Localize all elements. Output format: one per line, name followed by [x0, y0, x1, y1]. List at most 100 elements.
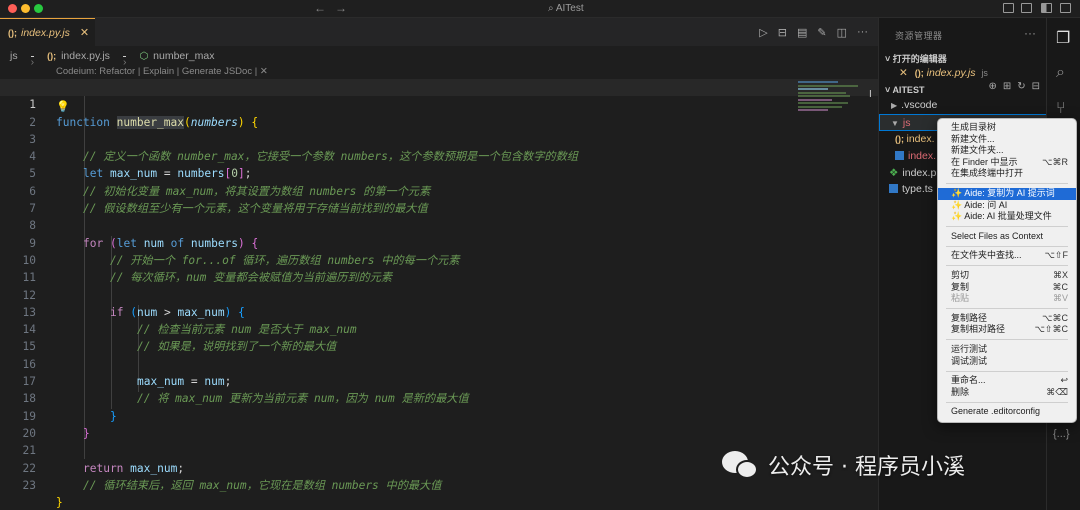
chevron-right-icon: › [122, 55, 127, 68]
more-actions-icon[interactable]: ··· [857, 26, 868, 39]
preview-icon[interactable]: ⊟ [778, 26, 787, 39]
menu-label: 新建文件夹... [951, 145, 1004, 156]
code-line[interactable]: 14 // 如果是，说明找到了一个新的最大值 [0, 304, 878, 353]
zoom-window-button[interactable] [34, 4, 43, 13]
editor-actions: ▷ ⊟ ▤ ✎ ◫ ··· [759, 26, 868, 39]
toggle-panel-icon[interactable] [1021, 3, 1032, 13]
layout-icon[interactable] [1003, 3, 1014, 13]
code-line[interactable]: 10 // 每次循环，num 变量都会被赋值为当前遍历到的元素 [0, 235, 878, 284]
new-file-icon[interactable]: ⊕ [988, 81, 996, 92]
title-bar: ← → ⌕ AITest [0, 0, 1080, 18]
menu-divider [946, 226, 1068, 228]
menu-item-open-terminal[interactable]: 在集成终端中打开 [938, 168, 1076, 180]
forward-arrow-icon[interactable]: → [335, 1, 347, 15]
code-line[interactable]: 2 💡 // 定义一个函数 number_max，它接受一个参数 numbers… [0, 96, 878, 163]
toggle-sidebar-icon[interactable] [1041, 3, 1052, 13]
window-title[interactable]: ⌕ AITest [548, 3, 584, 14]
codeium-codelens[interactable]: Codeium: Refactor | Explain | Generate J… [56, 66, 268, 77]
menu-label: 在集成终端中打开 [951, 168, 1024, 179]
menu-label: 复制 [951, 281, 970, 292]
watermark: 公众号 · 程序员小溪 [722, 449, 965, 481]
new-folder-icon[interactable]: ⊞ [1003, 81, 1011, 92]
text-cursor-icon: I [869, 89, 872, 100]
menu-shortcut: ⌘⌫ [1046, 386, 1068, 397]
open-changes-icon[interactable]: ▤ [797, 26, 807, 39]
code-line[interactable]: 15 [0, 321, 878, 353]
back-arrow-icon[interactable]: ← [314, 1, 326, 15]
menu-item-new-folder[interactable]: 新建文件夹... [938, 145, 1076, 157]
menu-label: 重命名... [951, 375, 986, 386]
menu-item-generate-tree[interactable]: 生成目录树 [938, 122, 1076, 134]
source-control-icon[interactable]: ⑂ [1056, 100, 1066, 118]
run-icon[interactable]: ▷ [759, 26, 767, 39]
menu-item-reveal-finder[interactable]: 在 Finder 中显示 ⌥⌘R [938, 157, 1076, 169]
close-window-button[interactable] [8, 4, 17, 13]
menu-item-find-in-folder[interactable]: 在文件夹中查找... ⌥⇧F [938, 250, 1076, 262]
menu-item-copy[interactable]: 复制 ⌘C [938, 282, 1076, 294]
split-editor-icon[interactable]: ◫ [837, 26, 847, 39]
menu-label: 复制相对路径 [951, 324, 1006, 335]
search-icon[interactable]: ⌕ [1056, 64, 1065, 82]
menu-item-aide-ask[interactable]: ✨ Aide: 问 AI [938, 200, 1076, 212]
menu-item-aide-copy-prompt[interactable]: ✨ Aide: 复制为 AI 提示词 [938, 187, 1076, 200]
refresh-icon[interactable]: ↻ [1017, 81, 1025, 92]
project-section[interactable]: ˅ AITEST [885, 85, 924, 95]
code-line[interactable]: 20 [0, 408, 878, 440]
code-line[interactable]: 19 } [0, 390, 878, 440]
breadcrumb-file[interactable]: index.py.js [61, 50, 110, 62]
chevron-down-icon: ˅ [885, 54, 893, 64]
menu-item-aide-batch[interactable]: ✨ Aide: AI 批量处理文件 [938, 211, 1076, 223]
code-line[interactable]: 16 max_num = num; [0, 338, 878, 388]
ts-file-icon [895, 151, 904, 160]
close-icon[interactable]: ✕ [899, 67, 908, 79]
minimize-window-button[interactable] [21, 4, 30, 13]
code-lines[interactable]: 1 function number_max(numbers) { 2 💡 // … [0, 79, 878, 509]
more-icon[interactable]: ··· [1024, 26, 1036, 40]
open-editor-folder: js [981, 68, 988, 78]
code-line[interactable]: 13 // 检查当前元素 num 是否大于 max_num [0, 287, 878, 336]
json-icon[interactable]: {...} [1053, 428, 1070, 440]
menu-item-debug-tests[interactable]: 调试测试 [938, 356, 1076, 368]
menu-item-rename[interactable]: 重命名... ↩ [938, 375, 1076, 387]
code-line[interactable]: 11 [0, 252, 878, 284]
open-editors-section[interactable]: ˅ 打开的编辑器 [885, 52, 947, 65]
menu-item-select-files-context[interactable]: Select Files as Context [938, 231, 1076, 243]
minimap[interactable] [798, 81, 860, 121]
menu-item-run-tests[interactable]: 运行测试 [938, 344, 1076, 356]
wechat-logo-icon [722, 449, 760, 481]
menu-item-new-file[interactable]: 新建文件... [938, 134, 1076, 146]
code-line[interactable]: 8 for (let num of numbers) { [0, 200, 878, 249]
tree-item-vscode[interactable]: ▶ .vscode [879, 97, 1047, 114]
collapse-all-icon[interactable]: ⊟ [1032, 81, 1040, 92]
code-line[interactable]: 9 // 开始一个 for...of 循环，遍历数组 numbers 中的每一个… [0, 217, 878, 267]
menu-item-delete[interactable]: 删除 ⌘⌫ [938, 387, 1076, 399]
code-line[interactable]: 12 if (num > max_num) { [0, 269, 878, 319]
code-line[interactable]: 4 let max_num = numbers[0]; [0, 131, 878, 180]
breadcrumb-symbol[interactable]: number_max [153, 50, 214, 62]
menu-item-copy-path[interactable]: 复制路径 ⌥⌘C [938, 313, 1076, 325]
menu-label: 生成目录树 [951, 122, 997, 132]
close-icon[interactable]: ✕ [80, 26, 89, 39]
tab-index-py-js[interactable]: (); index.py.js ✕ [0, 18, 95, 46]
code-line[interactable]: 6 // 假设数组至少有一个元素，这个变量将用于存储当前找到的最大值 [0, 165, 878, 215]
edit-icon[interactable]: ✎ [817, 26, 826, 39]
code-line[interactable]: 21 return max_num; [0, 425, 878, 474]
chevron-right-icon: › [30, 55, 35, 68]
code-line[interactable]: 18 } [0, 373, 878, 422]
tree-label: type.ts [902, 183, 933, 195]
code-line[interactable]: 17 // 将 max_num 更新为当前元素 num，因为 num 是新的最大… [0, 356, 878, 405]
customize-layout-icon[interactable] [1060, 3, 1071, 13]
menu-item-copy-relative-path[interactable]: 复制相对路径 ⌥⇧⌘C [938, 324, 1076, 336]
menu-divider [946, 339, 1068, 341]
code-line[interactable]: 3 [0, 114, 878, 146]
code-line[interactable]: 7 [0, 183, 878, 215]
code-line[interactable]: 5 // 初始化变量 max_num，将其设置为数组 numbers 的第一个元… [0, 148, 878, 197]
menu-item-generate-editorconfig[interactable]: Generate .editorconfig [938, 406, 1076, 418]
breadcrumb-folder[interactable]: js [10, 50, 18, 62]
menu-item-cut[interactable]: 剪切 ⌘X [938, 270, 1076, 282]
code-line[interactable]: 1 function number_max(numbers) { [0, 79, 878, 129]
open-editor-item[interactable]: ✕ (); index.py.js js [879, 65, 1047, 82]
explorer-icon[interactable]: ❐ [1056, 28, 1070, 48]
menu-shortcut: ⌥⇧F [1044, 250, 1068, 261]
menu-label: 剪切 [951, 269, 970, 280]
